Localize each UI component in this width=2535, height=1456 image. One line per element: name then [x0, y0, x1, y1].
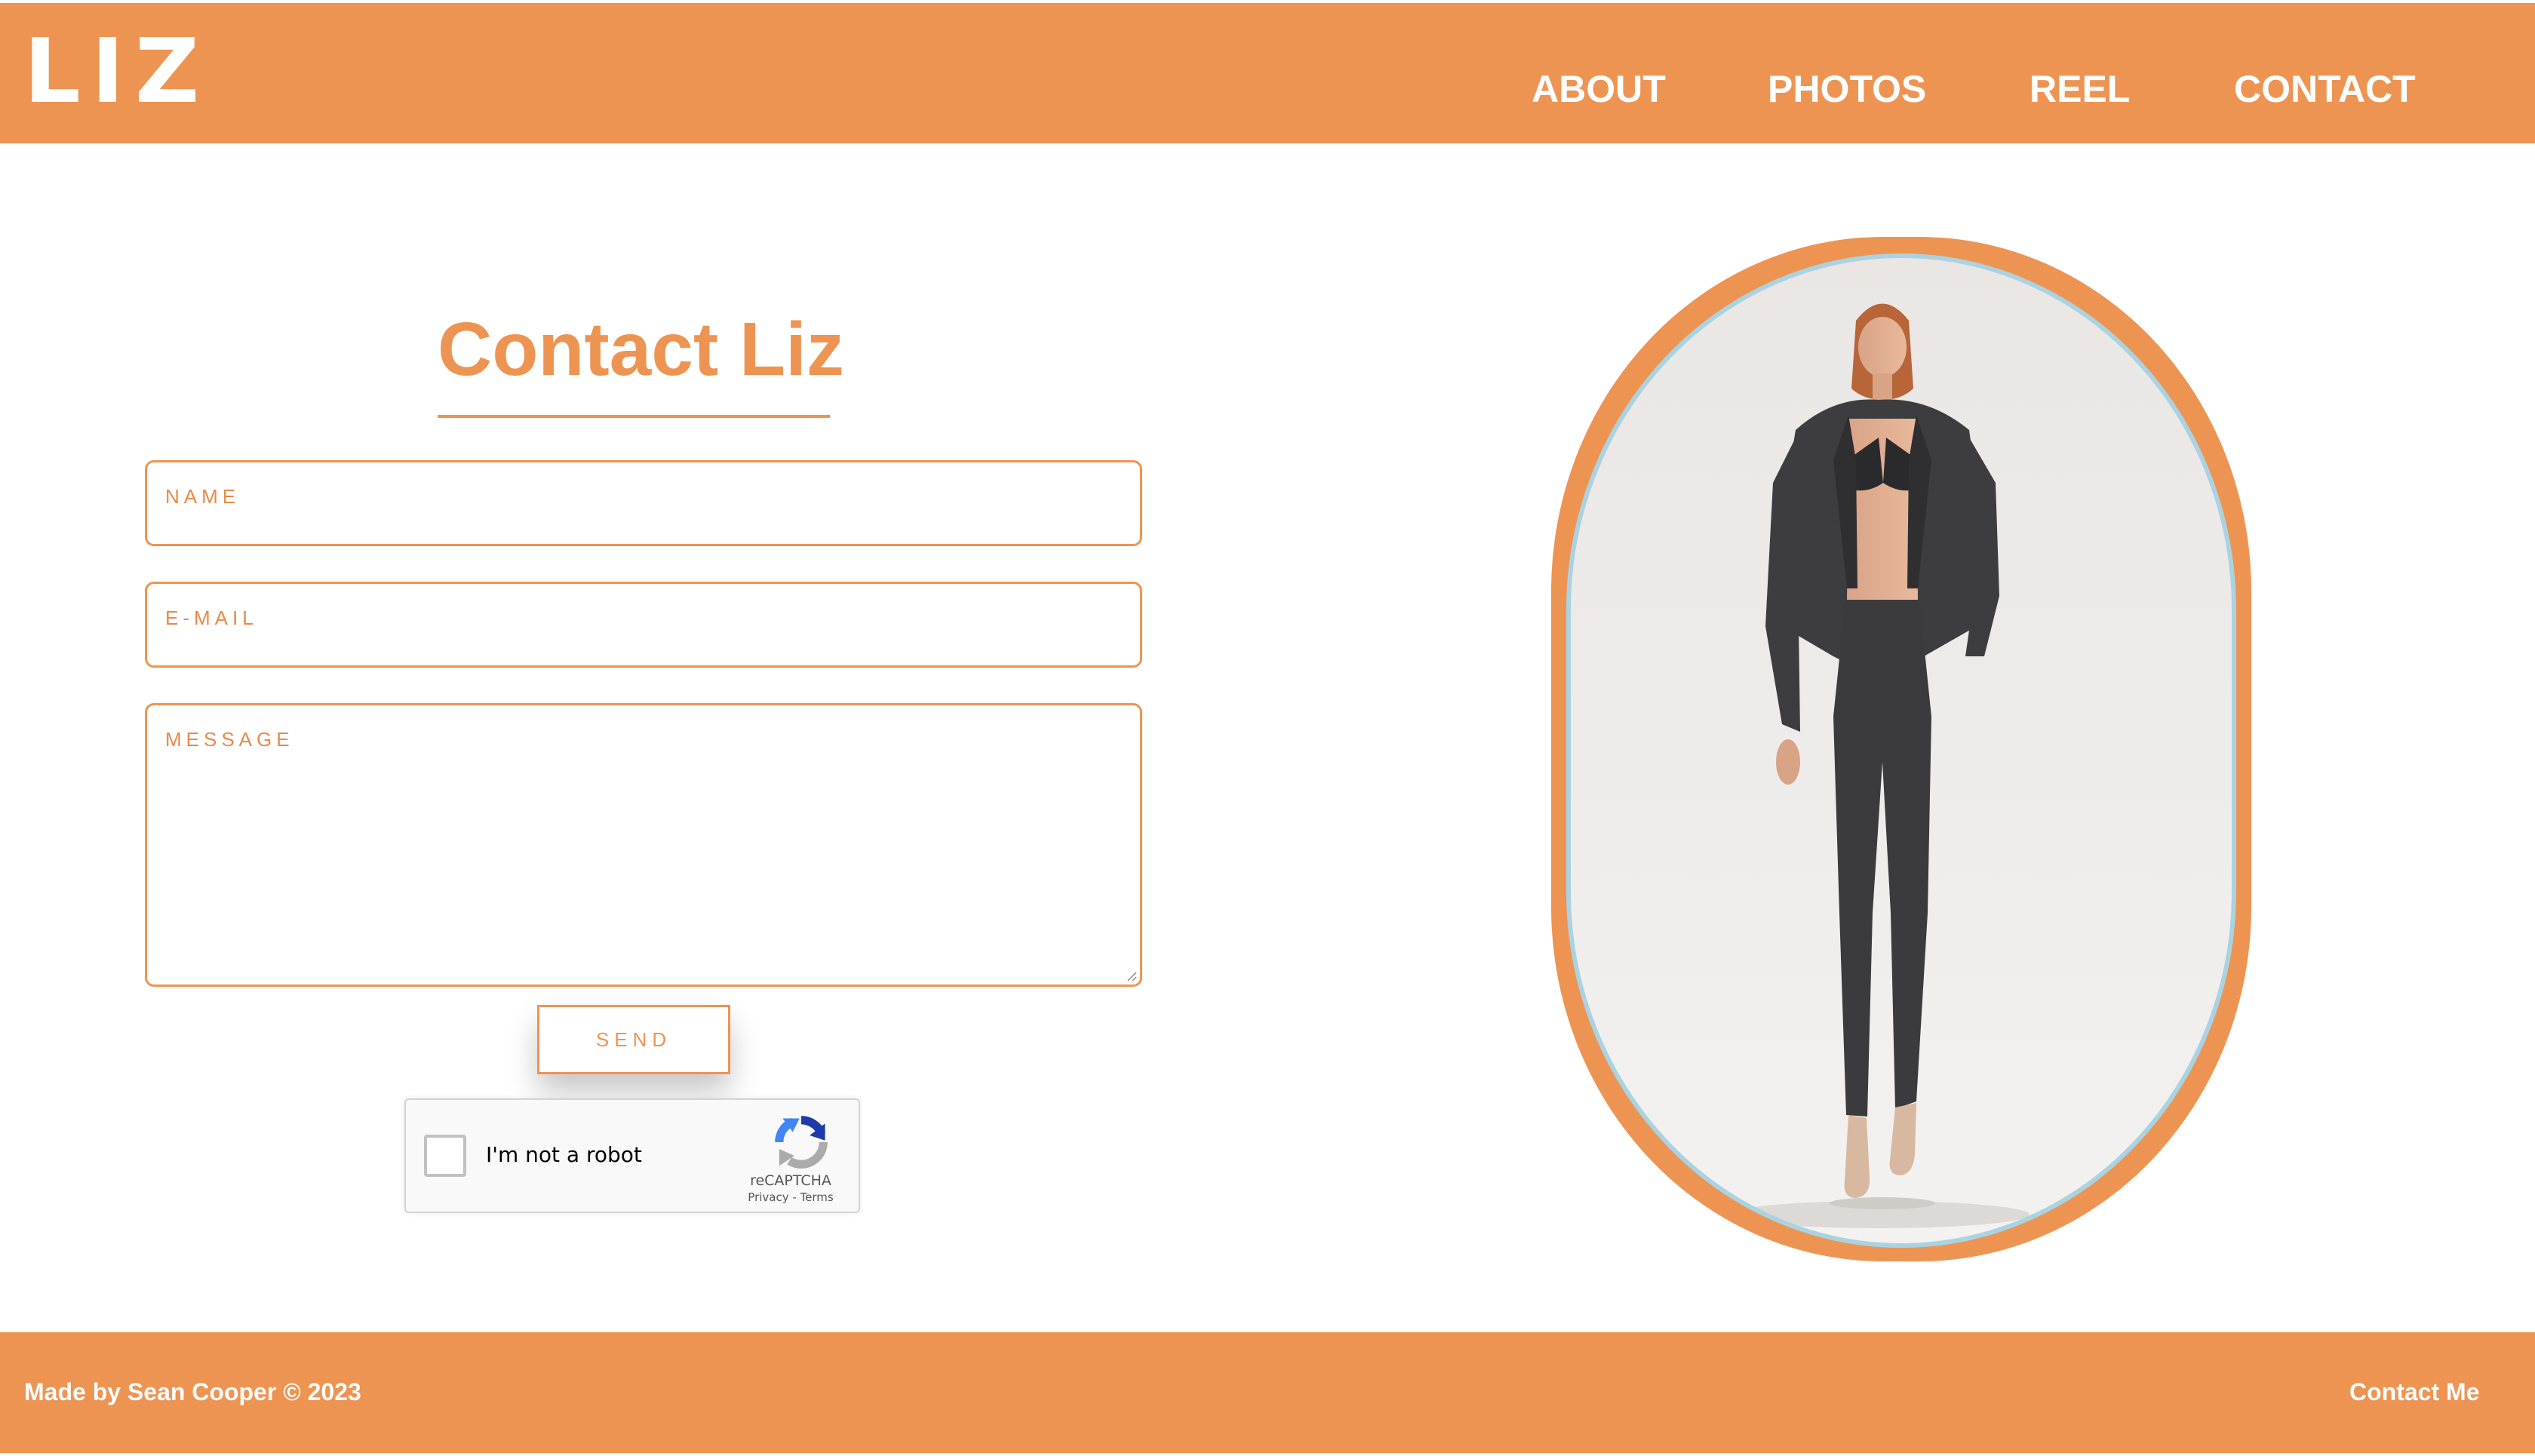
message-field-placeholder: MESSAGE	[165, 728, 294, 751]
page-title: Contact Liz	[438, 307, 844, 392]
email-field[interactable]: E-MAIL	[145, 582, 1142, 668]
recaptcha-brand: reCAPTCHA	[750, 1172, 831, 1189]
recaptcha-widget: I'm not a robot reCAPTCHA Privacy - Term…	[404, 1098, 860, 1213]
site-footer: Made by Sean Cooper © 2023 Contact Me	[0, 1332, 2535, 1453]
recaptcha-checkbox[interactable]	[424, 1135, 466, 1177]
recaptcha-label: I'm not a robot	[486, 1142, 642, 1167]
title-underline	[438, 415, 830, 418]
resize-handle-icon[interactable]	[1125, 969, 1137, 981]
nav-link-about[interactable]: ABOUT	[1532, 68, 1666, 110]
footer-credit: Made by Sean Cooper © 2023	[24, 1378, 361, 1405]
email-field-placeholder: E-MAIL	[165, 607, 258, 629]
model-portrait	[1551, 237, 2251, 1261]
nav-link-reel[interactable]: REEL	[2030, 68, 2130, 110]
send-button[interactable]: SEND	[537, 1005, 730, 1074]
recaptcha-logo-icon	[775, 1116, 828, 1169]
nav-link-photos[interactable]: PHOTOS	[1768, 68, 1926, 110]
main-nav: ABOUT PHOTOS REEL CONTACT	[0, 3, 2535, 143]
site-header: LIZ ABOUT PHOTOS REEL CONTACT	[0, 3, 2535, 143]
name-field[interactable]: NAME	[145, 460, 1142, 546]
nav-link-contact[interactable]: CONTACT	[2234, 68, 2416, 110]
recaptcha-privacy-terms-link[interactable]: Privacy - Terms	[730, 1190, 851, 1204]
footer-contact-link[interactable]: Contact Me	[2349, 1378, 2479, 1406]
name-field-placeholder: NAME	[165, 485, 241, 508]
message-field[interactable]: MESSAGE	[145, 703, 1142, 987]
